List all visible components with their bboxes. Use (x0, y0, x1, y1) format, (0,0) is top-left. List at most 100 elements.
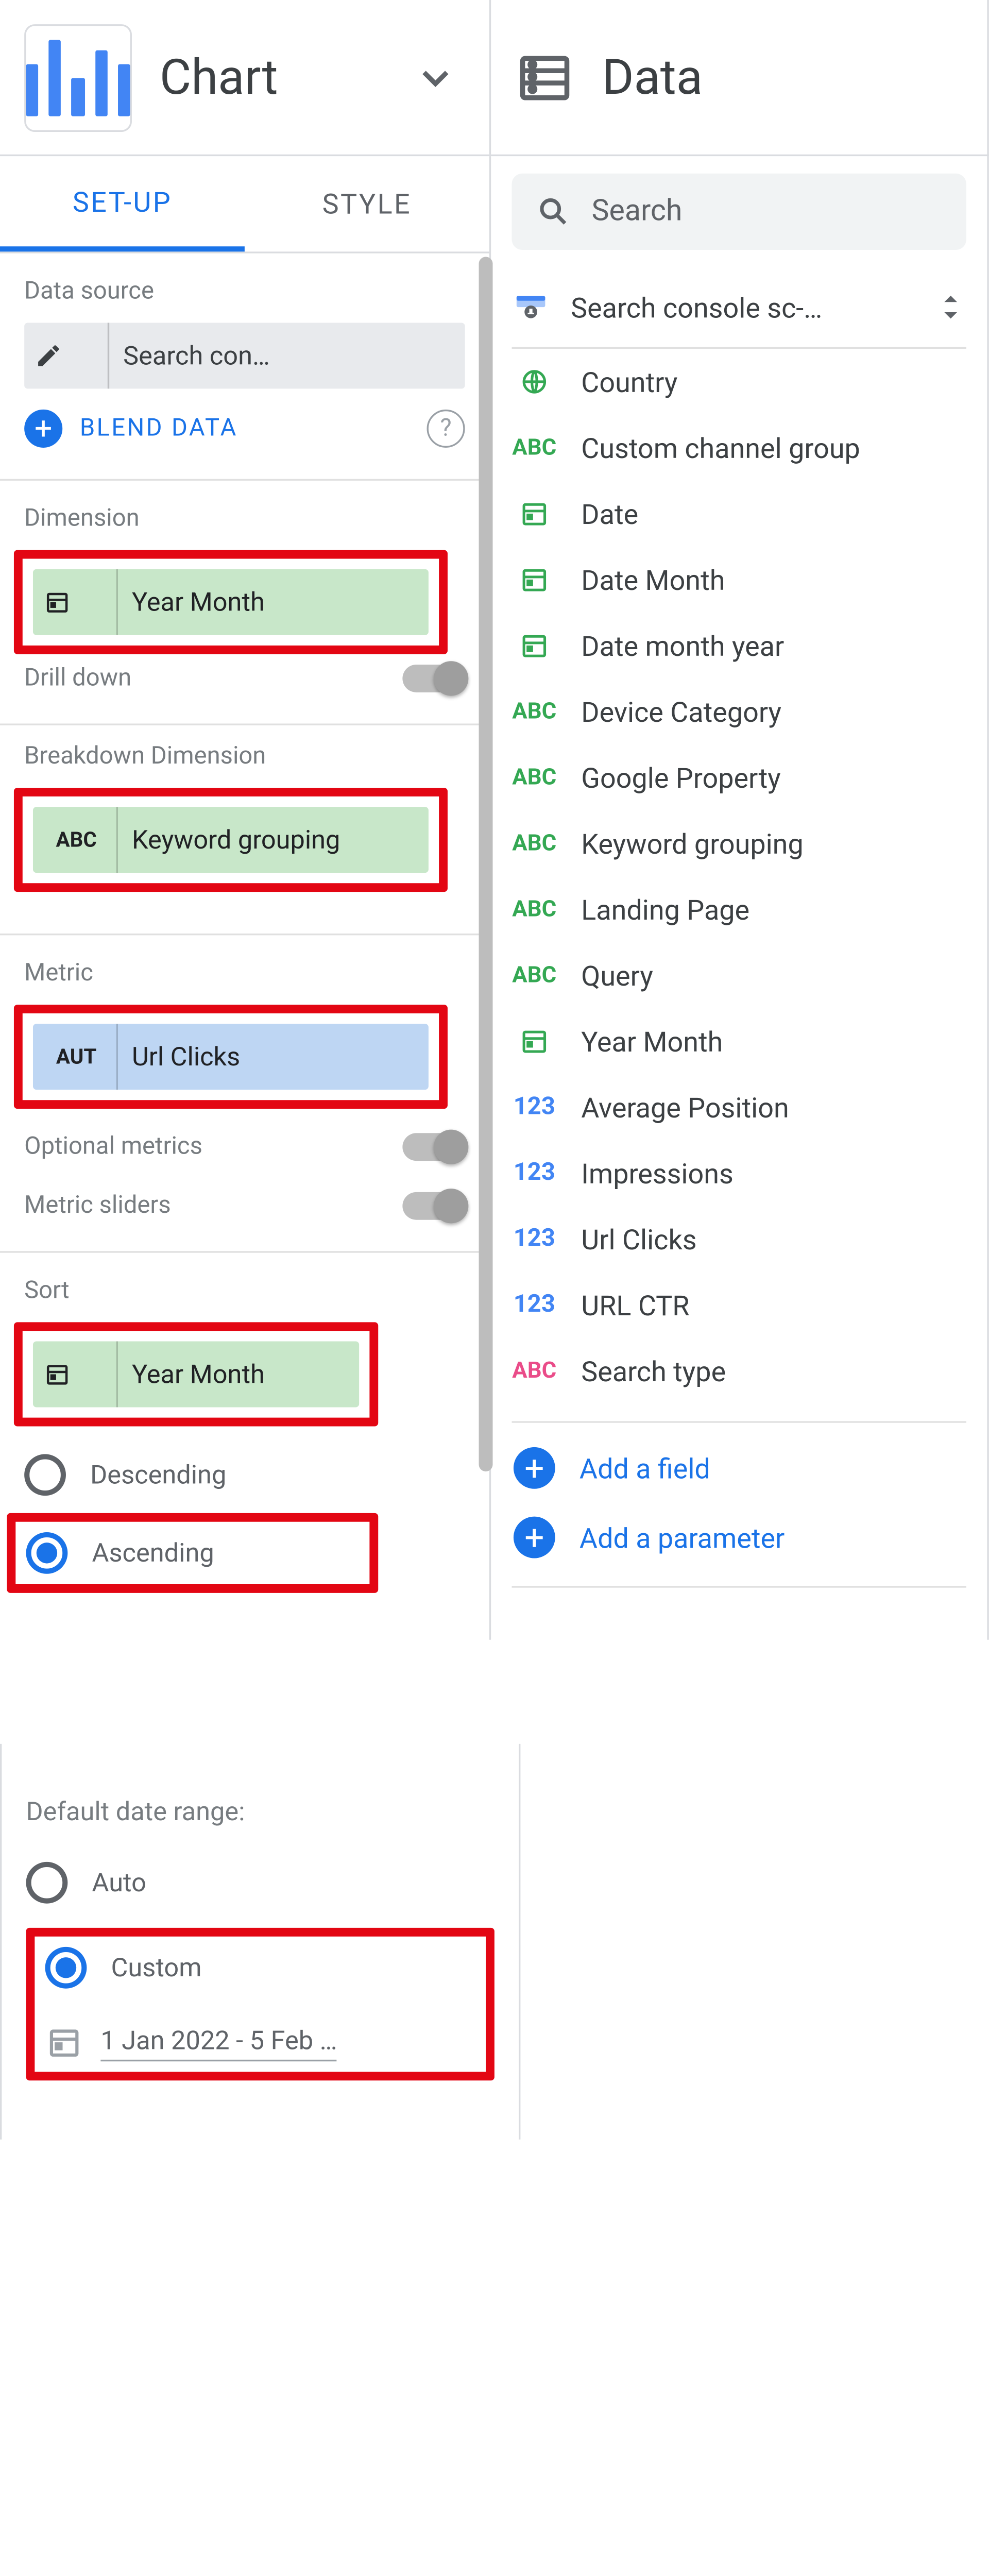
sort-value: Year Month (132, 1359, 265, 1390)
field-item[interactable]: ABC Keyword grouping (512, 810, 966, 876)
sort-heading: Sort (24, 1277, 465, 1305)
number-icon: 123 (512, 1225, 557, 1253)
tab-setup[interactable]: SET-UP (0, 156, 245, 251)
abc-icon: ABC (43, 828, 109, 852)
data-icon (515, 48, 574, 107)
globe-icon (512, 366, 557, 398)
field-label: Country (581, 365, 677, 398)
metric-chip[interactable]: AUT Url Clicks (33, 1024, 429, 1090)
section-breakdown: Breakdown Dimension ABC Keyword grouping (0, 725, 489, 936)
field-label: Year Month (581, 1025, 723, 1058)
data-source-chip[interactable]: Search con… (24, 323, 465, 388)
data-source-value: Search con… (123, 340, 270, 371)
field-item[interactable]: Date (512, 481, 966, 547)
tabs: SET-UP STYLE (0, 156, 489, 253)
drilldown-toggle[interactable]: Drill down (24, 665, 465, 692)
sort-chip[interactable]: Year Month (33, 1341, 359, 1407)
section-sort: Sort Year Month Descending (0, 1253, 489, 1635)
breakdown-heading: Breakdown Dimension (24, 743, 465, 771)
date-range-picker[interactable]: 1 Jan 2022 - 5 Feb … (45, 2023, 475, 2061)
field-item[interactable]: ABCSearch type (512, 1338, 966, 1404)
abc-icon: ABC (512, 435, 557, 461)
field-label: Date Month (581, 563, 725, 596)
search-icon (536, 194, 571, 229)
field-item[interactable]: 123Impressions (512, 1140, 966, 1206)
abc-icon: ABC (512, 1358, 557, 1384)
add-parameter[interactable]: + Add a parameter (512, 1503, 966, 1572)
field-item[interactable]: Year Month (512, 1008, 966, 1074)
field-label: Keyword grouping (581, 827, 803, 860)
aut-tag: AUT (43, 1045, 109, 1069)
field-item[interactable]: ABC Query (512, 942, 966, 1008)
expand-collapse-icon[interactable] (935, 288, 966, 326)
field-label: Google Property (581, 761, 780, 794)
optional-metrics-toggle[interactable]: Optional metrics (24, 1133, 465, 1161)
abc-icon: ABC (512, 831, 557, 857)
date-range-heading: Default date range: (26, 1796, 494, 1827)
add-field[interactable]: + Add a field (512, 1433, 966, 1503)
field-label: Device Category (581, 695, 781, 728)
highlight-breakdown: ABC Keyword grouping (14, 788, 448, 892)
top-bar: Chart Data (0, 0, 989, 156)
field-item[interactable]: ABC Landing Page (512, 876, 966, 942)
data-source-header[interactable]: Search console sc-… (512, 281, 966, 349)
breakdown-chip[interactable]: ABC Keyword grouping (33, 807, 429, 873)
breakdown-value: Keyword grouping (132, 824, 340, 856)
field-label: Impressions (581, 1157, 734, 1190)
section-data-source: Data source Search con… + BLEND DATA ? (0, 253, 489, 481)
data-source-icon (512, 288, 550, 326)
plus-icon: + (514, 1447, 555, 1489)
data-label: Data (602, 48, 987, 106)
field-label: Custom channel group (581, 431, 860, 464)
highlight-sort-field: Year Month (14, 1322, 378, 1426)
field-item[interactable]: Country (512, 349, 966, 415)
switch-icon (402, 1192, 465, 1220)
radio-icon (26, 1862, 68, 1904)
field-label: Landing Page (581, 893, 749, 926)
radio-selected-icon (45, 1947, 87, 1989)
section-date-range: Default date range: Auto Custom 1 Jan 20… (0, 1744, 520, 2140)
date-range-custom[interactable]: Custom (45, 1947, 475, 1989)
dimension-chip[interactable]: Year Month (33, 569, 429, 635)
help-icon[interactable]: ? (427, 410, 465, 448)
field-label: Date month year (581, 629, 784, 662)
date-range-auto[interactable]: Auto (26, 1862, 494, 1904)
switch-icon (402, 665, 465, 692)
scrollbar[interactable] (479, 257, 493, 1471)
field-list: Country ABC Custom channel group Date Date M… (512, 349, 966, 1404)
abc-icon: ABC (512, 896, 557, 923)
radio-icon (24, 1454, 66, 1496)
chart-dropdown[interactable]: Chart (0, 0, 491, 155)
section-dimension: Dimension Year Month Drill down (0, 481, 489, 725)
field-item[interactable]: 123 Average Position (512, 1074, 966, 1140)
number-icon: 123 (512, 1093, 557, 1121)
blend-data-row[interactable]: + BLEND DATA ? (24, 410, 465, 448)
field-search[interactable]: Search (512, 174, 966, 250)
calendar-icon (43, 1361, 109, 1388)
field-label: Url Clicks (581, 1223, 696, 1256)
chevron-down-icon (413, 55, 458, 100)
abc-icon: ABC (512, 962, 557, 989)
section-metric: Metric AUT Url Clicks Optional metrics (0, 935, 489, 1252)
calendar-icon (45, 2023, 83, 2061)
field-item[interactable]: 123URL CTR (512, 1272, 966, 1338)
pencil-icon (35, 342, 100, 369)
abc-icon: ABC (512, 699, 557, 725)
tab-style[interactable]: STYLE (245, 156, 489, 251)
field-item[interactable]: ABCGoogle Property (512, 744, 966, 810)
field-item[interactable]: ABC Custom channel group (512, 415, 966, 481)
sort-descending[interactable]: Descending (24, 1454, 465, 1496)
data-source-name: Search console sc-… (571, 291, 935, 324)
plus-icon: + (514, 1517, 555, 1558)
field-item[interactable]: Date month year (512, 613, 966, 679)
field-item[interactable]: ABC Device Category (512, 679, 966, 744)
field-item[interactable]: 123 Url Clicks (512, 1206, 966, 1272)
field-item[interactable]: Date Month (512, 547, 966, 613)
field-label: Average Position (581, 1091, 789, 1124)
date-range-value: 1 Jan 2022 - 5 Feb … (100, 2024, 337, 2061)
field-label: Query (581, 959, 653, 992)
metric-sliders-toggle[interactable]: Metric sliders (24, 1192, 465, 1220)
highlight-date-range: Custom 1 Jan 2022 - 5 Feb … (26, 1928, 494, 2080)
sort-ascending[interactable]: Ascending (26, 1532, 360, 1574)
calendar-icon (512, 564, 557, 596)
